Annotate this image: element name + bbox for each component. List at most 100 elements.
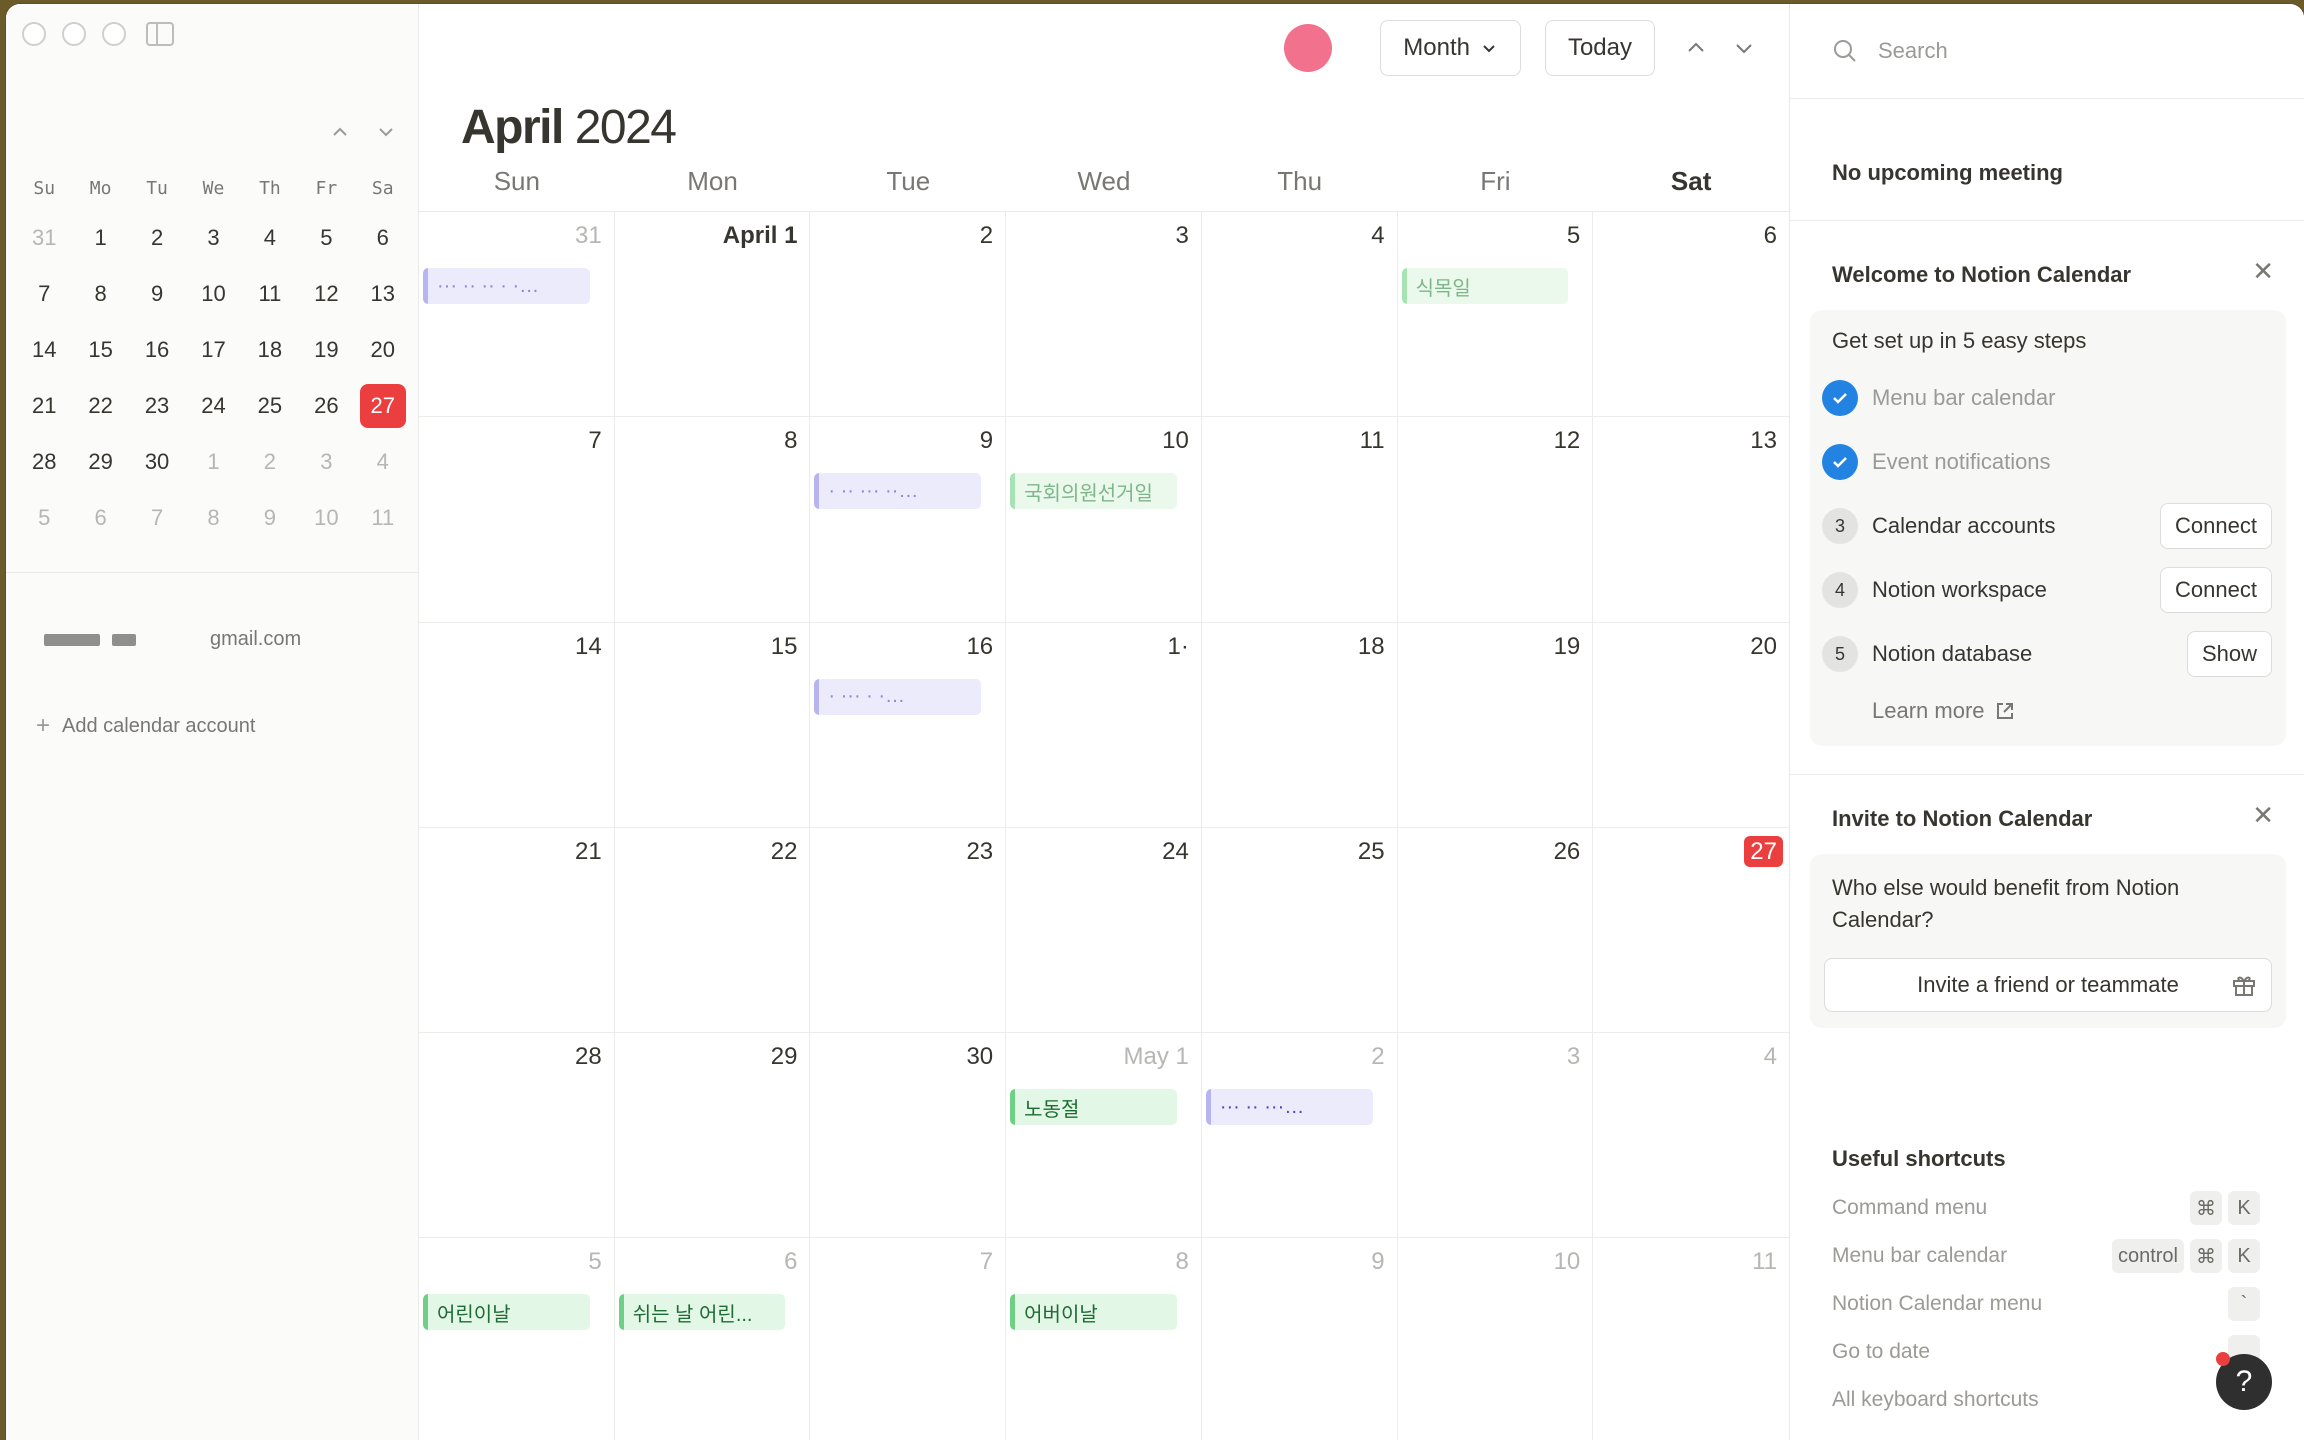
setup-step[interactable]: 5 Notion database Show [1822, 626, 2272, 682]
mini-calendar-day[interactable]: 16 [134, 328, 180, 372]
calendar-event[interactable]: ··· ·· ·· · ·… [423, 268, 590, 304]
mini-calendar-day[interactable]: 11 [247, 272, 293, 316]
shortcut-row[interactable]: Command menu ⌘ K [1832, 1188, 2260, 1228]
next-month-icon[interactable] [1733, 37, 1755, 59]
day-cell[interactable]: 9 [1202, 1238, 1398, 1440]
day-cell[interactable]: 6 쉬는 날 어린... [615, 1238, 811, 1440]
day-cell[interactable]: 11 [1201, 417, 1398, 623]
calendar-event[interactable]: 국회의원선거일 [1010, 473, 1177, 510]
mini-calendar-day[interactable]: 7 [134, 496, 180, 540]
mini-calendar-day[interactable]: 29 [78, 440, 124, 484]
mini-calendar-day[interactable]: 18 [247, 328, 293, 372]
mini-calendar-day[interactable]: 1 [190, 440, 236, 484]
day-cell[interactable]: 2 [810, 212, 1007, 418]
day-cell[interactable]: 28 [419, 1033, 615, 1239]
calendar-event[interactable]: · ··· · ·… [814, 678, 982, 715]
mini-calendar-day[interactable]: 1 [78, 216, 124, 260]
shortcut-row[interactable]: Menu bar calendar control ⌘ K [1832, 1236, 2260, 1276]
mini-calendar-day[interactable]: 4 [247, 216, 293, 260]
day-cell[interactable]: 5 어린이날 [419, 1238, 615, 1440]
setup-step[interactable]: 4 Notion workspace Connect [1822, 562, 2272, 618]
mini-calendar-day[interactable]: 14 [21, 328, 67, 372]
mini-calendar-day[interactable]: 3 [190, 216, 236, 260]
mini-calendar-day[interactable]: 20 [360, 328, 406, 372]
mini-calendar-day[interactable]: 6 [78, 496, 124, 540]
day-cell[interactable]: 7 [810, 1238, 1007, 1440]
day-cell[interactable]: 24 [1006, 827, 1202, 1034]
day-cell[interactable]: 6 [1593, 212, 1789, 418]
shortcut-row[interactable]: Notion Calendar menu ` [1832, 1284, 2260, 1324]
day-cell[interactable]: April 1 [614, 212, 811, 418]
day-cell[interactable]: 29 [614, 1033, 811, 1239]
avatar[interactable] [1284, 24, 1333, 72]
mini-calendar-day[interactable]: 8 [190, 496, 236, 540]
view-select-button[interactable]: Month [1380, 20, 1521, 76]
zoom-window-button[interactable] [102, 22, 126, 46]
day-cell[interactable]: 18 [1201, 622, 1398, 828]
mini-calendar-day[interactable]: 10 [190, 272, 236, 316]
setup-step[interactable]: Menu bar calendar [1822, 370, 2272, 426]
day-cell[interactable]: 9 · ·· ··· ··… [810, 417, 1007, 623]
add-calendar-account-button[interactable]: + Add calendar account [36, 712, 255, 740]
mini-calendar-day[interactable]: 5 [21, 496, 67, 540]
mini-calendar-day[interactable]: 28 [21, 440, 67, 484]
mini-calendar-day[interactable]: 31 [21, 216, 67, 260]
day-cell[interactable]: 31 ··· ·· ·· · ·… [419, 212, 615, 418]
mini-calendar-day[interactable]: 5 [303, 216, 349, 260]
day-cell[interactable]: 8 어버이날 [1006, 1238, 1202, 1440]
day-cell[interactable]: 13 [1593, 417, 1789, 623]
mini-calendar-day[interactable]: 30 [134, 440, 180, 484]
day-cell[interactable]: 21 [419, 827, 615, 1034]
day-cell[interactable]: 22 [614, 827, 811, 1034]
setup-step-connect-button[interactable]: Connect [2160, 503, 2272, 549]
mini-calendar-day[interactable]: 15 [78, 328, 124, 372]
mini-calendar-day[interactable]: 9 [134, 272, 180, 316]
calendar-event[interactable]: ··· ·· ···… [1205, 1089, 1373, 1126]
calendar-event[interactable]: · ·· ··· ··… [814, 473, 982, 510]
minimize-window-button[interactable] [62, 22, 86, 46]
mini-calendar-day[interactable]: 10 [303, 496, 349, 540]
day-cell[interactable]: 26 [1397, 827, 1594, 1034]
day-cell[interactable]: 3 [1006, 212, 1202, 418]
day-cell[interactable]: 7 [419, 417, 615, 623]
day-cell[interactable]: 16 · ··· · ·… [810, 622, 1007, 828]
day-cell[interactable]: 15 [614, 622, 811, 828]
mini-calendar-day[interactable]: 2 [247, 440, 293, 484]
search-input[interactable]: Search [1832, 38, 1948, 64]
shortcut-row[interactable]: Go to date [1832, 1332, 2260, 1372]
setup-step-show-button[interactable]: Show [2186, 631, 2272, 677]
mini-calendar-day[interactable]: 8 [78, 272, 124, 316]
calendar-event[interactable]: 어버이날 [1010, 1294, 1177, 1331]
mini-calendar-day[interactable]: 9 [247, 496, 293, 540]
calendar-account[interactable]: gmail.com [44, 628, 301, 651]
day-cell[interactable]: 10 [1398, 1238, 1594, 1440]
setup-step[interactable]: 3 Calendar accounts Connect [1822, 498, 2272, 554]
previous-month-icon[interactable] [1685, 37, 1707, 59]
mini-calendar-day[interactable]: 6 [360, 216, 406, 260]
chevron-up-icon[interactable] [330, 122, 350, 142]
day-cell[interactable]: 23 [810, 827, 1007, 1034]
day-cell[interactable]: 8 [614, 417, 811, 623]
mini-calendar-day[interactable]: 21 [21, 384, 67, 428]
calendar-event[interactable]: 노동절 [1010, 1089, 1177, 1126]
day-cell[interactable]: 1· [1006, 622, 1202, 828]
day-cell[interactable]: 4 [1593, 1033, 1789, 1239]
day-cell[interactable]: 2 ··· ·· ···… [1201, 1033, 1398, 1239]
close-icon[interactable]: ✕ [2252, 256, 2274, 287]
day-cell[interactable]: 3 [1397, 1033, 1594, 1239]
mini-calendar-day[interactable]: 26 [303, 384, 349, 428]
mini-calendar-day[interactable]: 13 [360, 272, 406, 316]
mini-calendar-day[interactable]: 3 [303, 440, 349, 484]
day-cell[interactable]: 25 [1201, 827, 1398, 1034]
setup-step[interactable]: Event notifications [1822, 434, 2272, 490]
day-cell[interactable]: 19 [1397, 622, 1594, 828]
day-cell[interactable]: 10 국회의원선거일 [1006, 417, 1202, 623]
today-button[interactable]: Today [1544, 20, 1655, 76]
shortcut-row[interactable]: All keyboard shortcuts [1832, 1380, 2260, 1420]
mini-calendar-day[interactable]: 12 [303, 272, 349, 316]
calendar-event[interactable]: 쉬는 날 어린... [618, 1294, 786, 1331]
invite-friend-button[interactable]: Invite a friend or teammate [1824, 958, 2272, 1012]
setup-step-connect-button[interactable]: Connect [2160, 567, 2272, 613]
mini-calendar-day[interactable]: 4 [360, 440, 406, 484]
day-cell[interactable]: 20 [1593, 623, 1789, 828]
